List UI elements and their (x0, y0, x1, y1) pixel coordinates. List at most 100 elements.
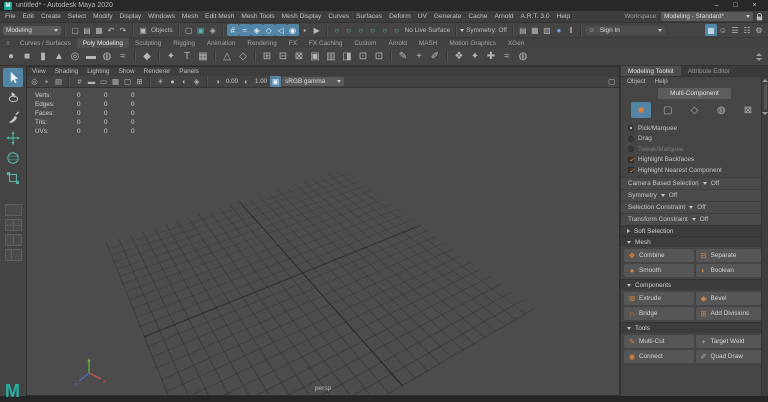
ambient-occlusion-icon[interactable]: ◐ (179, 76, 190, 87)
shelf-tab-rigging[interactable]: Rigging (167, 38, 201, 48)
render-view-icon[interactable]: ▤ (517, 24, 529, 36)
grid-toggle-icon[interactable]: # (74, 76, 85, 87)
add-divisions-button[interactable]: ⊞ Add Divisions (695, 307, 765, 320)
extrude-button[interactable]: ⊞ Extrude (624, 292, 694, 305)
menu-deform[interactable]: Deform (389, 13, 411, 20)
mask-hierarchy-icon[interactable]: ▢ (183, 24, 195, 36)
add-divisions-icon[interactable]: ⊡ (371, 49, 387, 65)
menu-select[interactable]: Select (68, 13, 86, 20)
perspective-viewport[interactable]: View Shading Lighting Show Renderer Pane… (26, 66, 620, 396)
workspace-dropdown[interactable]: Modeling - Standard* (661, 12, 753, 21)
maximize-button[interactable]: □ (726, 2, 745, 9)
snap-point-icon[interactable]: ◈ (250, 24, 263, 36)
menu-uv[interactable]: UV (418, 13, 427, 20)
scale-tool[interactable] (3, 168, 23, 187)
camera-based-selection-dropdown[interactable]: Camera Based Selection Off (621, 177, 768, 189)
menu-mesh[interactable]: Mesh (182, 13, 198, 20)
workspace-lock-icon[interactable] (756, 12, 763, 21)
vp-menu-lighting[interactable]: Lighting (87, 68, 109, 75)
tab-modeling-toolkit[interactable]: Modeling Toolkit (621, 66, 681, 76)
bevel-button[interactable]: ◆ Bevel (695, 292, 765, 305)
menu-edit[interactable]: Edit (23, 13, 34, 20)
gamma-value[interactable]: 1.00 (253, 78, 269, 85)
highlight-backfaces-option[interactable]: Highlight Backfaces (628, 156, 761, 164)
toolkit-menu-help[interactable]: Help (654, 78, 667, 85)
multi-cut-button[interactable]: ✎ Multi-Cut (624, 335, 694, 348)
save-scene-icon[interactable]: ▦ (93, 24, 105, 36)
anti-alias-icon[interactable]: ◈ (191, 76, 202, 87)
color-space-dropdown[interactable]: sRGB gamma (282, 77, 345, 86)
snap-live-icon[interactable]: ◉ (286, 24, 299, 36)
shelf-tab-poly-modeling[interactable]: Poly Modeling (76, 38, 129, 48)
move-tool[interactable] (3, 128, 23, 147)
transform-constraint-dropdown[interactable]: Transform Constraint Off (621, 213, 768, 225)
separate-button[interactable]: ⊟ Separate (695, 249, 765, 262)
motion-graphics-icon[interactable]: ✦ (467, 49, 483, 65)
render-settings-icon[interactable]: ▧ (541, 24, 553, 36)
shelf-tab-fx[interactable]: FX (283, 38, 303, 48)
menu-generate[interactable]: Generate (434, 13, 462, 20)
shelf-tab-rendering[interactable]: Rendering (241, 38, 283, 48)
make-live-icon[interactable]: ▪ (299, 24, 311, 36)
poly-cone-icon[interactable]: ▲ (51, 49, 67, 65)
poly-cube-icon[interactable]: ■ (19, 49, 35, 65)
combine-icon[interactable]: ▣ (307, 49, 323, 65)
lasso-tool[interactable] (3, 88, 23, 107)
poly-sphere-icon[interactable]: ● (3, 49, 19, 65)
rotate-tool[interactable] (3, 148, 23, 167)
construction-plane-icon[interactable]: △ (219, 49, 235, 65)
poly-torus-icon[interactable]: ◎ (67, 49, 83, 65)
list-input-icon[interactable]: ○ (343, 24, 355, 36)
resolution-gate-icon[interactable]: ▭ (98, 76, 109, 87)
output-connections-icon[interactable]: ○ (379, 24, 391, 36)
shelf-tab-fx-caching[interactable]: FX Caching (303, 38, 348, 48)
menu-create[interactable]: Create (41, 13, 61, 20)
redo-icon[interactable]: ↷ (117, 24, 129, 36)
safe-action-icon[interactable]: ⊞ (134, 76, 145, 87)
face-mode-icon[interactable]: ◍ (711, 102, 731, 118)
shelf-tab-motion-graphics[interactable]: Motion Graphics (443, 38, 502, 48)
toolkit-menu-object[interactable]: Object (627, 78, 645, 85)
svg-tool-icon[interactable]: ▦ (195, 49, 211, 65)
new-scene-icon[interactable]: ▢ (69, 24, 81, 36)
close-button[interactable]: × (745, 2, 764, 9)
shelf-tab-arnold[interactable]: Arnold (382, 38, 412, 48)
separate-icon[interactable]: ▥ (323, 49, 339, 65)
star-tool-icon[interactable]: ✦ (163, 49, 179, 65)
type-tool-icon[interactable]: T (179, 49, 195, 65)
image-plane-icon[interactable]: ◇ (235, 49, 251, 65)
bridge-button[interactable]: ∩ Bridge (624, 307, 694, 320)
symmetry-dropdown[interactable]: Symmetry Off (621, 189, 768, 201)
live-pick-icon[interactable]: ▶ (311, 24, 323, 36)
target-weld-button[interactable]: + Target Weld (695, 335, 765, 348)
menu-edit-mesh[interactable]: Edit Mesh (205, 13, 234, 20)
platonic-solid-icon[interactable]: ◆ (139, 49, 155, 65)
character-controls-icon[interactable]: ☺ (717, 24, 729, 36)
selection-constraint-dropdown[interactable]: Selection Constraint Off (621, 201, 768, 213)
select-tool[interactable] (3, 68, 23, 87)
boolean-difference-icon[interactable]: ⊟ (275, 49, 291, 65)
snap-view-icon[interactable]: ◁ (274, 24, 287, 36)
default-lighting-icon[interactable]: ☀ (155, 76, 166, 87)
vp-menu-renderer[interactable]: Renderer (144, 68, 171, 75)
mash-network-icon[interactable]: ❖ (451, 49, 467, 65)
maximize-viewport-icon[interactable]: ▢ (606, 76, 617, 87)
menu-mesh-tools[interactable]: Mesh Tools (241, 13, 274, 20)
boolean-button[interactable]: ◐ Boolean (695, 264, 765, 277)
pause-icon[interactable]: ‖ (565, 24, 577, 36)
vp-menu-panels[interactable]: Panels (179, 68, 199, 75)
mesh-section-header[interactable]: Mesh (621, 236, 768, 247)
vp-menu-view[interactable]: View (32, 68, 46, 75)
tool-settings-icon[interactable]: ⚙ (753, 24, 765, 36)
menu-windows[interactable]: Windows (148, 13, 175, 20)
layout-four-pane-button[interactable] (4, 219, 22, 231)
connect-button[interactable]: ◉ Connect (624, 350, 694, 363)
attribute-editor-toggle-icon[interactable]: ☷ (741, 24, 753, 36)
paint-select-tool[interactable] (3, 108, 23, 127)
selection-mask-label[interactable]: Objects (149, 27, 175, 34)
lock-camera-icon[interactable]: ▪ (41, 76, 52, 87)
tools-section-header[interactable]: Tools (621, 322, 768, 333)
menu-file[interactable]: File (5, 13, 16, 20)
viewport-canvas[interactable]: Verts: 0 0 0 Edges: 0 0 0 Faces: 0 0 0 Tris: 0 0 0 U… (27, 88, 619, 395)
layout-outliner-persp-button[interactable] (4, 249, 22, 261)
